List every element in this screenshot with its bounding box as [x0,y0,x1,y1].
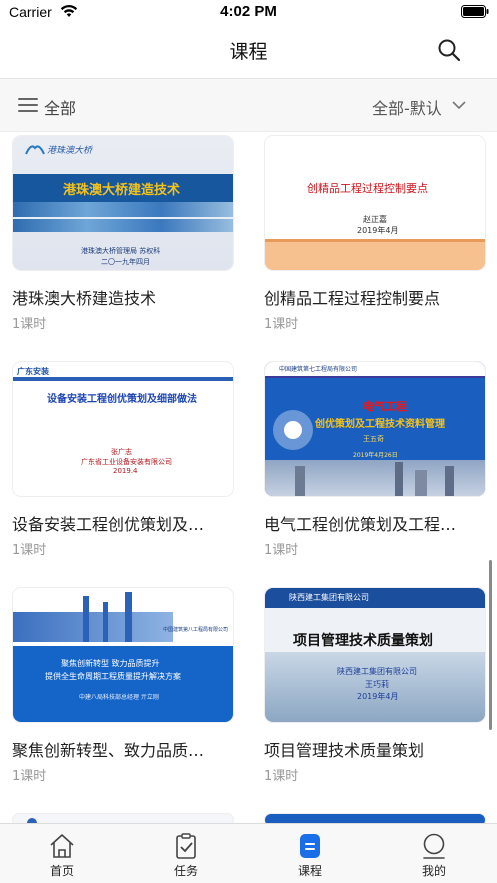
home-icon [50,834,74,858]
thumbnail-company: 广东省工业设备安装有限公司 [81,458,172,466]
thumbnail-heading: 设备安装工程创优策划及细部做法 [47,394,197,405]
chevron-down-icon [452,101,466,110]
course-title: 设备安装工程创优策划及… [12,515,205,534]
status-bar: Carrier 4:02 PM [0,0,497,26]
course-lesson-count: 1课时 [264,543,299,558]
clipboard-check-icon [176,833,196,859]
battery-icon [461,5,489,18]
thumbnail-date: 二〇一九年四月 [101,258,150,266]
course-thumbnail: 广东安装 设备安装工程创优策划及细部做法 张广志 广东省工业设备安装有限公司 2… [12,361,234,497]
tab-tasks[interactable]: 任务 [124,824,248,883]
course-icon [300,834,320,858]
category-filter-label[interactable]: 全部 [44,95,76,119]
thumbnail-heading: 电气工程 [363,400,407,413]
course-title: 电气工程创优策划及工程… [264,515,457,534]
course-lesson-count: 1课时 [264,317,299,332]
thumbnail-author: 中建八局科技部总经理 亓立刚 [79,694,159,701]
thumbnail-subheading: 创优策划及工程技术资料管理 [315,419,445,430]
course-title: 聚焦创新转型、致力品质… [12,741,205,760]
course-thumbnail: 港珠澳大桥 港珠澳大桥建造技术 港珠澳大桥管理局 苏权科 二〇一九年四月 [12,135,234,271]
bridge-logo-icon [25,145,45,155]
sort-dropdown[interactable]: 全部-默认 [372,95,466,118]
thumbnail-header: 中国建筑第八工程局有限公司 [163,627,229,633]
scroll-indicator[interactable] [489,560,492,730]
course-grid: 港珠澳大桥 港珠澳大桥建造技术 港珠澳大桥管理局 苏权科 二〇一九年四月 港珠澳… [0,133,497,823]
status-time: 4:02 PM [220,3,277,20]
thumbnail-heading: 创精品工程过程控制要点 [307,182,428,195]
course-lesson-count: 1课时 [12,317,47,332]
course-lesson-count: 1课时 [12,543,47,558]
course-thumbnail: 中国建筑第八工程局有限公司 聚焦创新转型 致力品质提升 提供全生命周期工程质量提… [12,587,234,723]
profile-icon [423,833,445,859]
course-thumbnail [264,813,486,823]
course-lesson-count: 1课时 [12,769,47,784]
thumbnail-header: 陕西建工集团有限公司 [289,593,369,602]
tab-courses[interactable]: 课程 [248,824,372,883]
thumbnail-author: 王五奇 [363,435,384,443]
course-title: 创精品工程过程控制要点 [264,289,441,308]
thumbnail-heading: 项目管理技术质量策划 [293,633,433,649]
category-menu-icon[interactable] [18,97,38,113]
course-title: 港珠澳大桥建造技术 [12,289,157,308]
course-thumbnail: 创精品工程过程控制要点 赵正嘉 2019年4月 [264,135,486,271]
thumbnail-author: 赵正嘉 [363,215,387,224]
course-thumbnail [12,813,234,823]
starburst-icon [273,410,313,450]
tab-home[interactable]: 首页 [0,824,124,883]
course-thumbnail: 中国建筑第七工程局有限公司 电气工程 创优策划及工程技术资料管理 王五奇 201… [264,361,486,497]
thumbnail-author: 王巧莉 [365,680,389,689]
course-title: 项目管理技术质量策划 [264,741,425,760]
thumbnail-author: 张广志 [111,448,132,456]
thumbnail-date: 2019年4月 [357,226,399,235]
thumbnail-heading: 聚焦创新转型 致力品质提升 [61,659,160,668]
tab-bar: 首页 任务 课程 我的 [0,823,497,883]
tab-label: 首页 [49,864,74,878]
tab-label: 课程 [297,864,322,878]
tab-label: 我的 [421,864,446,878]
filter-bar: 全部 全部-默认 [0,79,497,132]
thumbnail-subheading: 提供全生命周期工程质量提升解决方案 [45,672,181,681]
search-icon[interactable] [437,38,461,62]
tab-label: 任务 [173,864,198,878]
thumbnail-date: 2019年4月26日 [353,452,398,459]
thumbnail-author: 港珠澳大桥管理局 苏权科 [81,247,161,255]
thumbnail-company: 陕西建工集团有限公司 [337,667,417,676]
tab-profile[interactable]: 我的 [372,824,496,883]
thumbnail-header: 中国建筑第七工程局有限公司 [279,366,358,373]
course-thumbnail: 陕西建工集团有限公司 项目管理技术质量策划 陕西建工集团有限公司 王巧莉 201… [264,587,486,723]
thumbnail-date: 2019.4 [113,467,138,475]
thumbnail-date: 2019年4月 [357,692,399,701]
page-title: 课程 [229,41,268,63]
thumbnail-logo-text: 广东安装 [17,367,49,376]
thumbnail-logo-text: 港珠澳大桥 [47,146,93,156]
course-lesson-count: 1课时 [264,769,299,784]
thumbnail-heading: 港珠澳大桥建造技术 [63,183,181,198]
sort-dropdown-label: 全部-默认 [372,99,442,118]
